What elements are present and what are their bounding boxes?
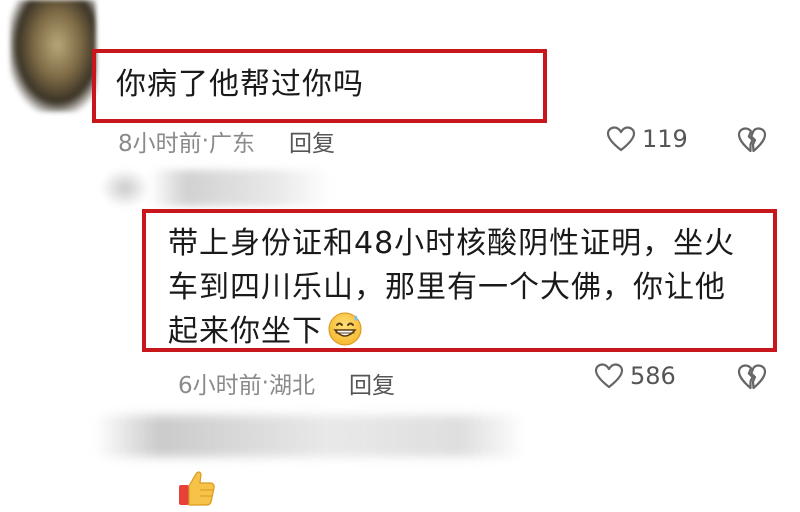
comment-1-text: 你病了他帮过你吗 xyxy=(116,67,364,102)
meta-separator: · xyxy=(261,370,269,396)
comment-1-meta: 8小时前 · 广东 回复 xyxy=(118,124,335,158)
comment-2-reply-button[interactable]: 回复 xyxy=(349,366,395,400)
comment-1-dislike-button[interactable] xyxy=(737,126,767,158)
comment-2-dislike-button[interactable] xyxy=(737,363,767,395)
broken-heart-icon xyxy=(737,127,767,153)
avatar-blurred-2[interactable] xyxy=(100,168,150,208)
comment-1-location: 广东 xyxy=(208,131,255,157)
comment-2-body: 带上身份证和48小时核酸阴性证明，坐火车到四川乐山，那里有一个大佛，你让他起来你… xyxy=(168,226,736,349)
comment-1-time: 8小时前 xyxy=(118,131,202,157)
comment-3-thumbs-up xyxy=(176,468,218,512)
heart-outline-icon xyxy=(606,126,636,152)
heart-outline-icon xyxy=(594,363,624,389)
comment-2-location: 湖北 xyxy=(268,373,315,399)
comment-1-reply-button[interactable]: 回复 xyxy=(289,124,335,158)
thumbs-up-emoji xyxy=(179,471,215,506)
grinning-sweat-emoji xyxy=(328,312,362,346)
comment-1-like-count: 119 xyxy=(642,125,688,153)
username-blurred[interactable] xyxy=(150,170,330,206)
broken-heart-icon xyxy=(737,364,767,390)
comment-2-meta: 6小时前 · 湖北 回复 xyxy=(178,366,395,400)
comment-2-text: 带上身份证和48小时核酸阴性证明，坐火车到四川乐山，那里有一个大佛，你让他起来你… xyxy=(168,222,748,354)
comment-1-like-button[interactable]: 119 xyxy=(606,125,688,153)
comment-2-like-count: 586 xyxy=(630,362,676,390)
comment-2-time: 6小时前 xyxy=(178,373,262,399)
meta-separator: · xyxy=(201,128,209,154)
next-comment-blurred xyxy=(95,415,525,457)
comment-2-like-button[interactable]: 586 xyxy=(594,362,676,390)
avatar-blurred[interactable] xyxy=(10,0,96,112)
